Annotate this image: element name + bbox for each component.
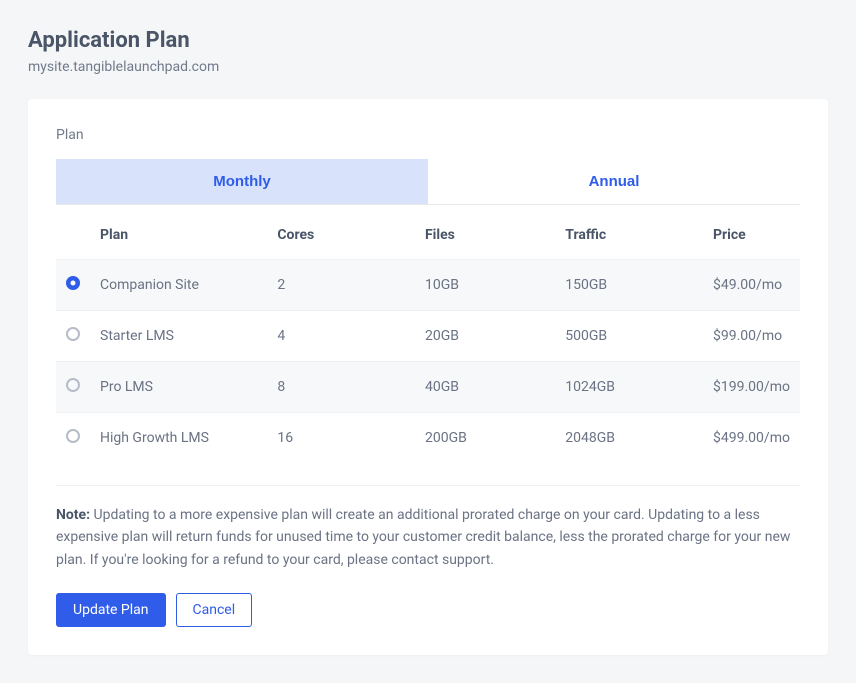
cell-plan: High Growth LMS bbox=[90, 413, 267, 464]
th-files: Files bbox=[415, 205, 555, 260]
cell-plan: Starter LMS bbox=[90, 311, 267, 362]
cell-files: 20GB bbox=[415, 311, 555, 362]
cell-plan: Companion Site bbox=[90, 260, 267, 311]
billing-tabs: Monthly Annual bbox=[56, 159, 800, 205]
cell-traffic: 150GB bbox=[555, 260, 703, 311]
table-row[interactable]: High Growth LMS 16 200GB 2048GB $499.00/… bbox=[56, 413, 800, 464]
actions: Update Plan Cancel bbox=[56, 593, 800, 627]
cell-cores: 4 bbox=[267, 311, 415, 362]
table-row[interactable]: Starter LMS 4 20GB 500GB $99.00/mo bbox=[56, 311, 800, 362]
cell-files: 40GB bbox=[415, 362, 555, 413]
radio-high-growth-lms[interactable] bbox=[66, 429, 80, 443]
th-price: Price bbox=[703, 205, 800, 260]
card-label: Plan bbox=[56, 127, 800, 143]
table-row[interactable]: Pro LMS 8 40GB 1024GB $199.00/mo bbox=[56, 362, 800, 413]
tab-monthly[interactable]: Monthly bbox=[56, 159, 428, 204]
cell-cores: 2 bbox=[267, 260, 415, 311]
cell-price: $499.00/mo bbox=[703, 413, 800, 464]
cell-price: $199.00/mo bbox=[703, 362, 800, 413]
cell-files: 10GB bbox=[415, 260, 555, 311]
cell-price: $49.00/mo bbox=[703, 260, 800, 311]
tab-annual[interactable]: Annual bbox=[428, 159, 800, 204]
radio-companion-site[interactable] bbox=[66, 276, 80, 290]
plan-card: Plan Monthly Annual Plan Cores Files Tra… bbox=[28, 99, 828, 655]
cell-traffic: 2048GB bbox=[555, 413, 703, 464]
cell-files: 200GB bbox=[415, 413, 555, 464]
cell-traffic: 500GB bbox=[555, 311, 703, 362]
update-plan-button[interactable]: Update Plan bbox=[56, 593, 166, 627]
radio-starter-lms[interactable] bbox=[66, 327, 80, 341]
cell-price: $99.00/mo bbox=[703, 311, 800, 362]
note-body: Updating to a more expensive plan will c… bbox=[56, 507, 790, 568]
note-label: Note: bbox=[56, 507, 90, 523]
cell-cores: 16 bbox=[267, 413, 415, 464]
table-row[interactable]: Companion Site 2 10GB 150GB $49.00/mo bbox=[56, 260, 800, 311]
plan-table: Plan Cores Files Traffic Price Companion… bbox=[56, 205, 800, 463]
radio-pro-lms[interactable] bbox=[66, 378, 80, 392]
th-cores: Cores bbox=[267, 205, 415, 260]
cell-cores: 8 bbox=[267, 362, 415, 413]
page-title: Application Plan bbox=[28, 28, 828, 53]
th-plan: Plan bbox=[90, 205, 267, 260]
cancel-button[interactable]: Cancel bbox=[176, 593, 253, 627]
cell-traffic: 1024GB bbox=[555, 362, 703, 413]
th-traffic: Traffic bbox=[555, 205, 703, 260]
page-subtitle: mysite.tangiblelaunchpad.com bbox=[28, 59, 828, 75]
cell-plan: Pro LMS bbox=[90, 362, 267, 413]
note-text: Note: Updating to a more expensive plan … bbox=[56, 485, 800, 571]
